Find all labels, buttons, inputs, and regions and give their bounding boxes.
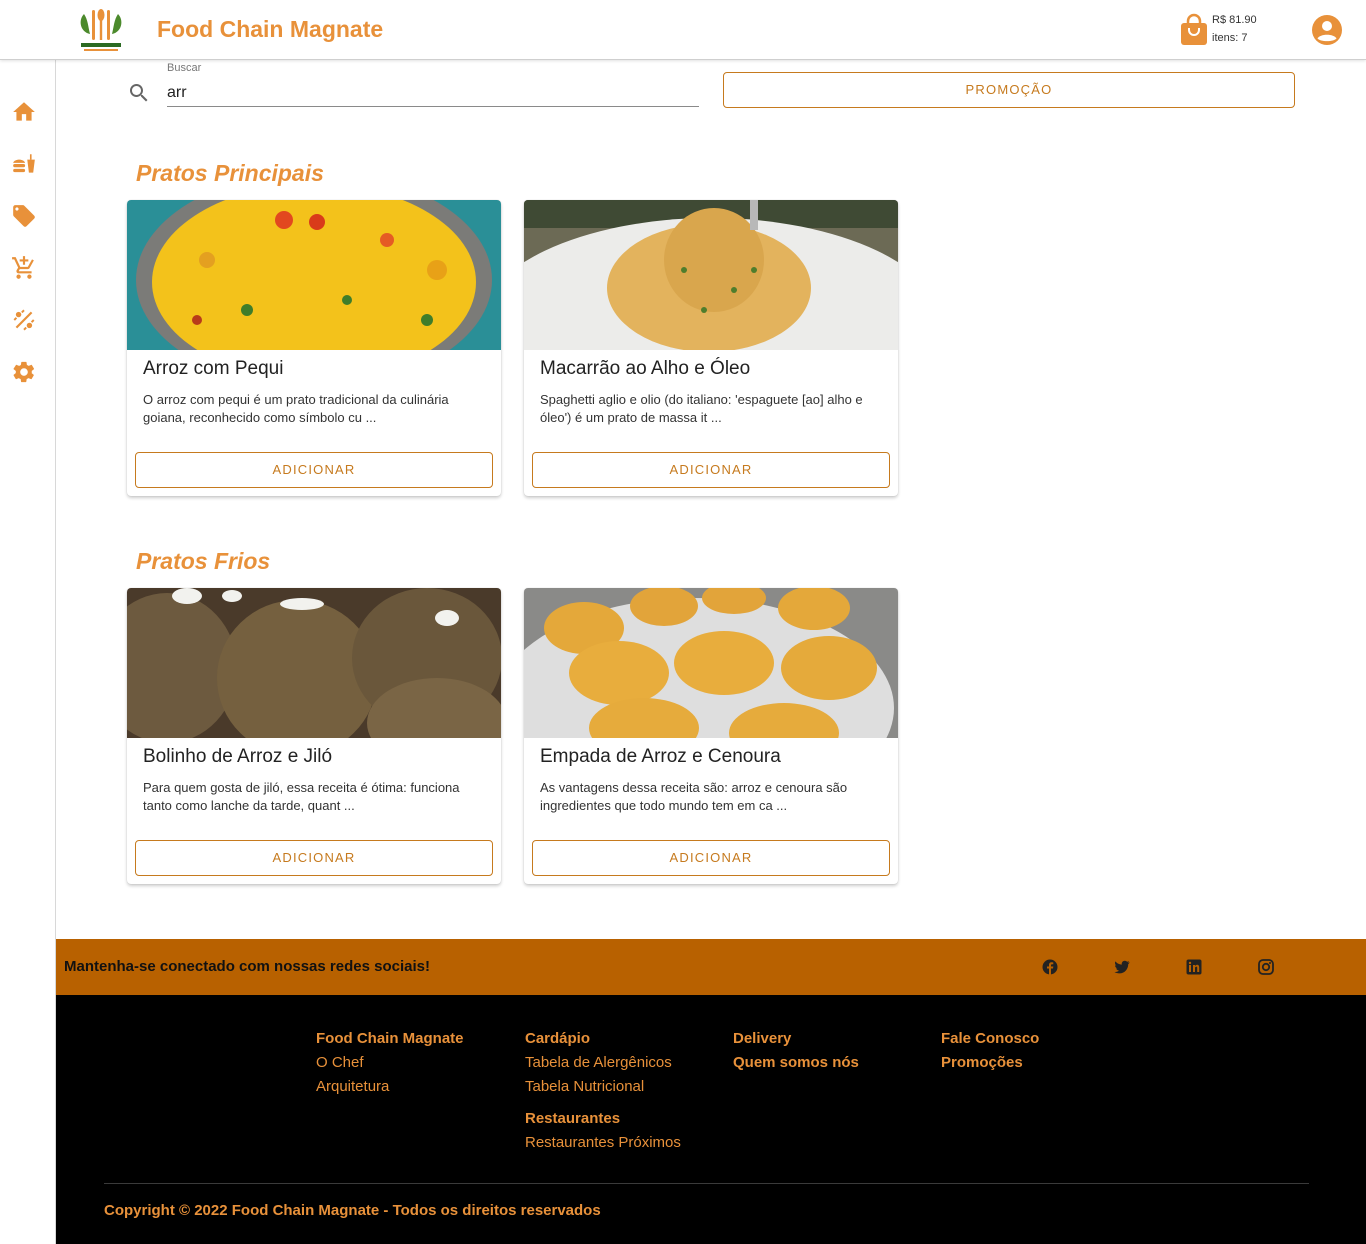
cart-total: R$ 81.90: [1212, 14, 1257, 26]
footer-column: Cardápio Tabela de Alergênicos Tabela Nu…: [525, 1029, 681, 1157]
dish-card: Bolinho de Arroz e Jiló Para quem gosta …: [127, 588, 501, 884]
shopping-bag-icon[interactable]: [1179, 13, 1209, 47]
footer-link[interactable]: Tabela Nutricional: [525, 1077, 681, 1101]
copyright-text: Copyright © 2022 Food Chain Magnate - To…: [104, 1202, 601, 1219]
footer-divider: [104, 1183, 1309, 1184]
footer-link[interactable]: Promoções: [941, 1053, 1039, 1077]
instagram-icon[interactable]: [1258, 959, 1274, 975]
social-text: Mantenha-se conectado com nossas redes s…: [64, 958, 430, 975]
footer-link[interactable]: Fale Conosco: [941, 1029, 1039, 1053]
facebook-icon[interactable]: [1042, 959, 1058, 975]
linkedin-icon[interactable]: [1186, 959, 1202, 975]
dish-image-arroz-com-pequi: [127, 200, 501, 388]
footer-link[interactable]: Food Chain Magnate: [316, 1029, 464, 1053]
dish-title[interactable]: Bolinho de Arroz e Jiló: [143, 746, 332, 768]
fastfood-icon[interactable]: [11, 151, 37, 177]
restaurant-logo[interactable]: [76, 6, 126, 54]
add-button[interactable]: ADICIONAR: [135, 452, 493, 488]
add-button[interactable]: ADICIONAR: [532, 452, 890, 488]
home-icon[interactable]: [11, 99, 37, 125]
dish-image-empada-arroz-cenoura: [524, 588, 898, 818]
dish-title[interactable]: Empada de Arroz e Cenoura: [540, 746, 781, 768]
account-circle-icon[interactable]: [1311, 14, 1343, 46]
footer-column: Food Chain Magnate O Chef Arquitetura: [316, 1029, 464, 1101]
promo-button[interactable]: PROMOÇÃO: [723, 72, 1295, 108]
search-label: Buscar: [167, 62, 202, 74]
footer-link[interactable]: Quem somos nós: [733, 1053, 859, 1077]
dish-description: Para quem gosta de jiló, essa receita é …: [143, 780, 460, 813]
search-input[interactable]: [167, 80, 699, 107]
dish-image-macarrao-alho-oleo: [524, 200, 898, 442]
add-button[interactable]: ADICIONAR: [135, 840, 493, 876]
footer-link[interactable]: O Chef: [316, 1053, 464, 1077]
footer-link[interactable]: Delivery: [733, 1029, 859, 1053]
promo-percent-icon[interactable]: [11, 307, 37, 333]
site-footer: Food Chain Magnate O Chef Arquitetura Ca…: [56, 995, 1366, 1244]
dish-description: Spaghetti aglio e olio (do italiano: 'es…: [540, 392, 863, 425]
footer-column: Fale Conosco Promoções: [941, 1029, 1039, 1077]
dish-card: Macarrão ao Alho e Óleo Spaghetti aglio …: [524, 200, 898, 496]
dish-image-bolinho-arroz-jilo: [127, 588, 501, 768]
dish-card: Empada de Arroz e Cenoura As vantagens d…: [524, 588, 898, 884]
dish-title[interactable]: Macarrão ao Alho e Óleo: [540, 358, 750, 380]
app-title[interactable]: Food Chain Magnate: [157, 16, 383, 43]
dish-description: O arroz com pequi é um prato tradicional…: [143, 392, 449, 425]
footer-link[interactable]: Restaurantes: [525, 1109, 681, 1133]
social-bar: Mantenha-se conectado com nossas redes s…: [56, 939, 1366, 995]
footer-link[interactable]: Tabela de Alergênicos: [525, 1053, 681, 1077]
footer-link[interactable]: Restaurantes Próximos: [525, 1133, 681, 1157]
sidebar-nav: [0, 60, 56, 1244]
footer-column: Delivery Quem somos nós: [733, 1029, 859, 1077]
footer-link[interactable]: Arquitetura: [316, 1077, 464, 1101]
dish-description: As vantagens dessa receita são: arroz e …: [540, 780, 848, 813]
add-button[interactable]: ADICIONAR: [532, 840, 890, 876]
app-header: Food Chain Magnate R$ 81.90 itens: 7: [0, 0, 1366, 60]
twitter-icon[interactable]: [1114, 959, 1130, 975]
section-title-pratos-principais: Pratos Principais: [136, 160, 324, 186]
settings-icon[interactable]: [11, 359, 37, 385]
section-title-pratos-frios: Pratos Frios: [136, 548, 271, 574]
cart-item-count: itens: 7: [1212, 32, 1248, 44]
footer-link[interactable]: Cardápio: [525, 1029, 681, 1053]
dish-card: Arroz com Pequi O arroz com pequi é um p…: [127, 200, 501, 496]
cart-add-icon[interactable]: [11, 255, 37, 281]
search-icon: [127, 81, 151, 105]
dish-title[interactable]: Arroz com Pequi: [143, 358, 283, 380]
tag-icon[interactable]: [11, 203, 37, 229]
